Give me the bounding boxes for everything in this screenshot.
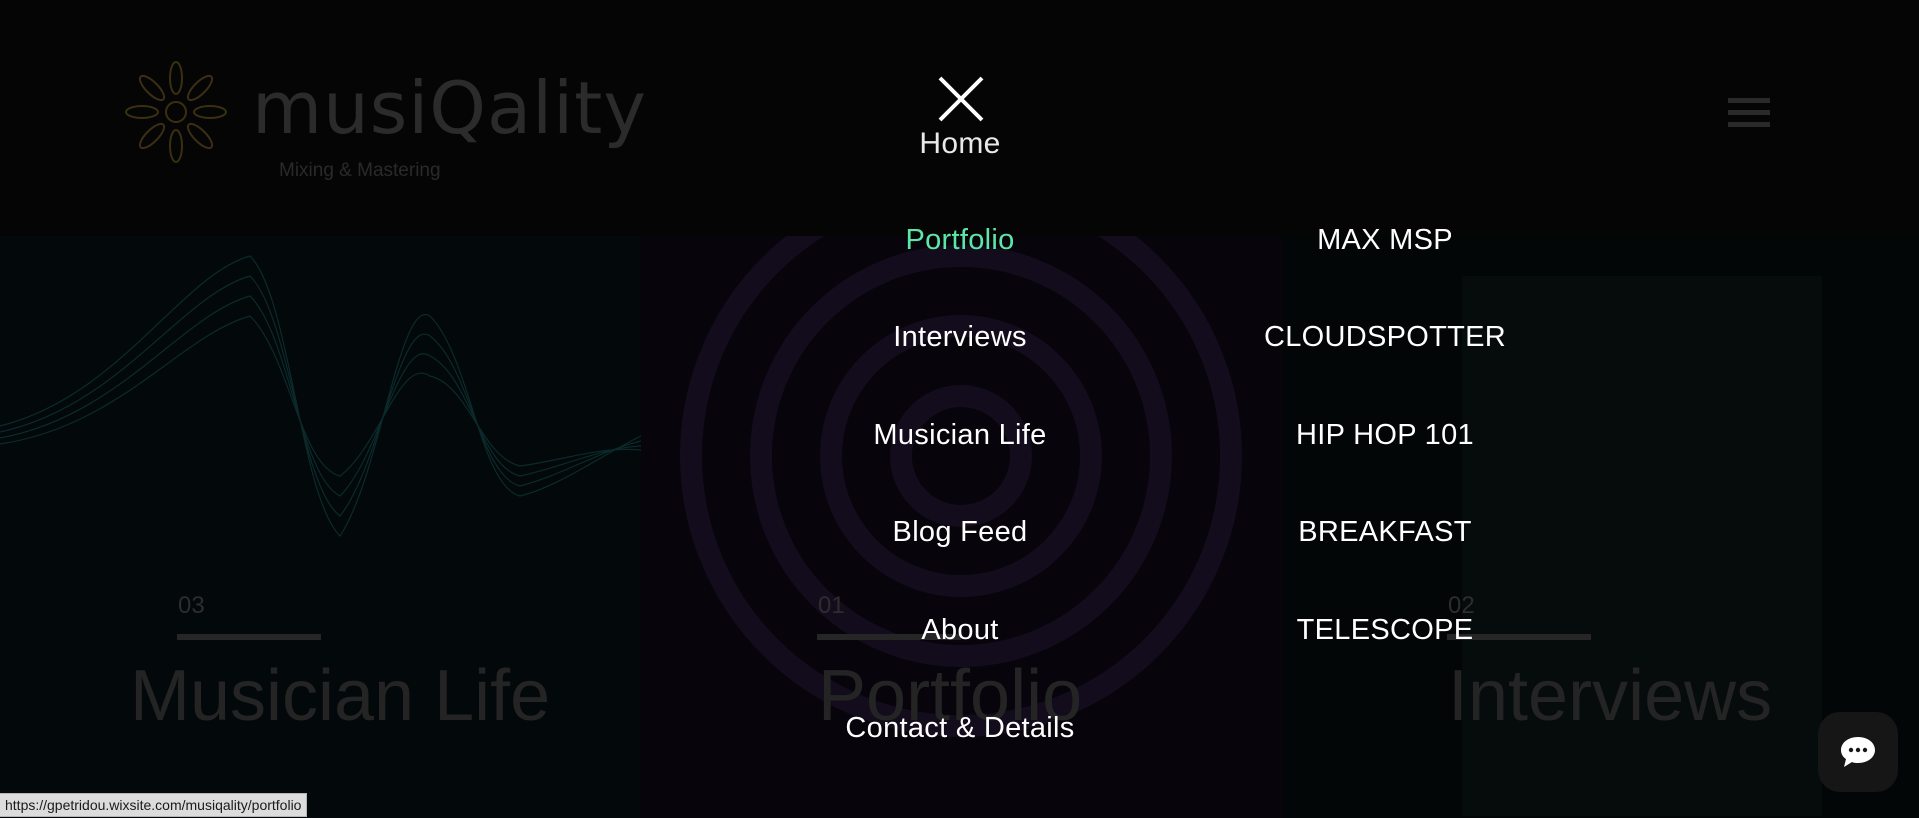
hamburger-icon [1728, 98, 1770, 128]
menu-item-about[interactable]: About [921, 616, 998, 645]
menu-item-interviews[interactable]: Interviews [893, 323, 1027, 352]
menu-item-blog-feed[interactable]: Blog Feed [893, 518, 1028, 547]
brand-name: musiQality [252, 66, 647, 150]
menu-item-musician-life[interactable]: Musician Life [873, 421, 1046, 450]
menu-item-hip-hop-101[interactable]: HIP HOP 101 [1296, 421, 1474, 450]
menu-item-max-msp[interactable]: MAX MSP [1317, 226, 1453, 255]
menu-item-telescope[interactable]: TELESCOPE [1297, 616, 1474, 645]
mandala-logo-icon [125, 61, 227, 163]
menu-item-breakfast[interactable]: BREAKFAST [1298, 518, 1472, 547]
panel-title: Interviews [1448, 656, 1773, 736]
menu-item-home[interactable]: Home [919, 129, 1000, 159]
panel-number: 01 [818, 592, 845, 619]
close-menu-button[interactable] [937, 75, 985, 123]
chat-icon [1841, 737, 1875, 767]
panel-number: 03 [178, 592, 205, 619]
brand-tagline: Mixing & Mastering [279, 160, 441, 181]
status-bar-url: https://gpetridou.wixsite.com/musiqality… [0, 793, 308, 817]
panel-title: Musician Life [130, 656, 551, 736]
close-icon [938, 76, 984, 122]
menu-item-contact[interactable]: Contact & Details [845, 714, 1074, 743]
menu-item-portfolio[interactable]: Portfolio [905, 226, 1014, 255]
chat-button[interactable] [1818, 712, 1898, 792]
menu-item-cloudspotter[interactable]: CLOUDSPOTTER [1264, 323, 1506, 352]
panel-divider [177, 634, 321, 640]
